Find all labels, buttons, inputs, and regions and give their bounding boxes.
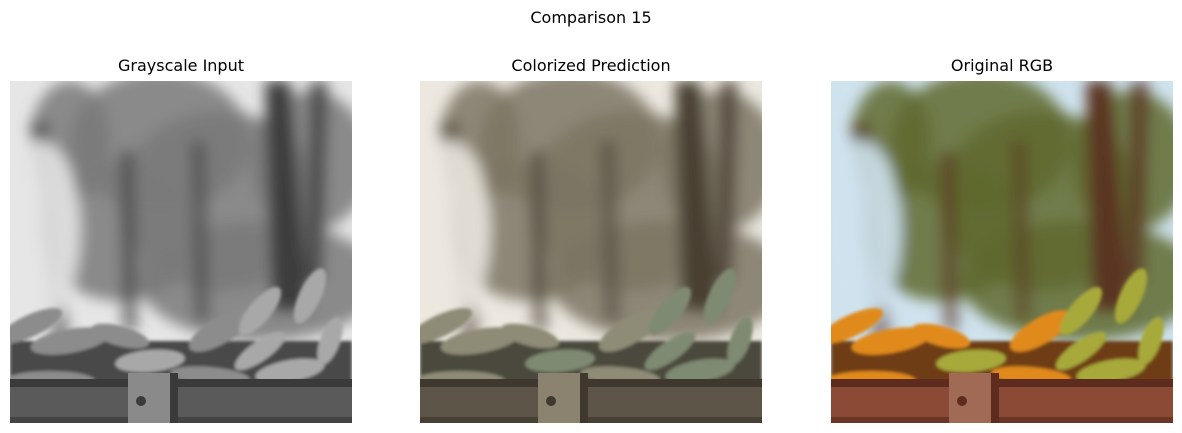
wooden-crate xyxy=(420,373,762,423)
panel-title: Colorized Prediction xyxy=(511,56,671,75)
panel-grayscale-input: Grayscale Input xyxy=(10,56,352,423)
panel-title: Grayscale Input xyxy=(118,56,244,75)
panel-colorized-prediction: Colorized Prediction xyxy=(420,56,762,423)
wooden-crate xyxy=(10,373,352,423)
colorized-prediction-image xyxy=(420,81,762,423)
panel-title: Original RGB xyxy=(950,56,1054,75)
photo-svg xyxy=(420,81,762,423)
wooden-crate xyxy=(831,373,1173,423)
photo-svg xyxy=(10,81,352,423)
panel-original-rgb: Original RGB xyxy=(831,56,1173,423)
figure-suptitle: Comparison 15 xyxy=(530,8,652,27)
original-rgb-image xyxy=(831,81,1173,423)
grayscale-input-image xyxy=(10,81,352,423)
photo-svg xyxy=(831,81,1173,423)
